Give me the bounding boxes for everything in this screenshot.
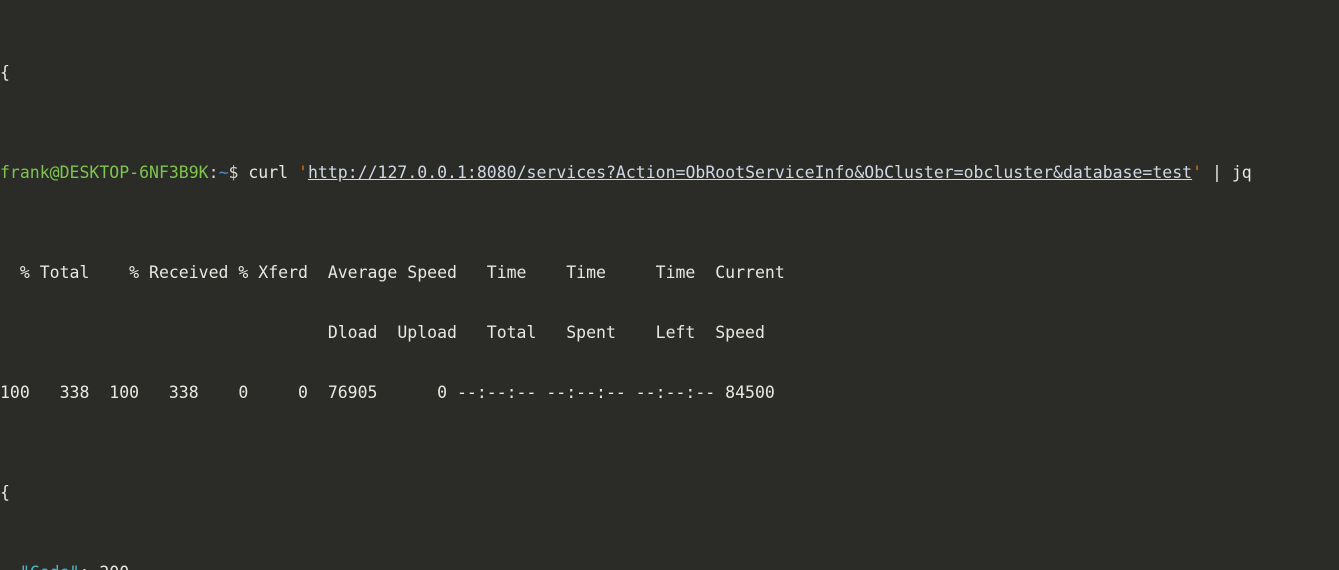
curl-header-line-1: % Total % Received % Xferd Average Speed…: [0, 263, 785, 282]
prompt-sigil: $: [228, 163, 239, 182]
json-comma: ,: [129, 563, 139, 570]
curl-progress-stats-row: 100 338 100 338 0 0 76905 0 --:--:-- --:…: [0, 383, 1339, 403]
json-value-code: 200: [99, 563, 129, 570]
scrollback-top-partial-line: {: [0, 63, 1339, 83]
prompt-command-line[interactable]: frank@DESKTOP-6NF3B9K:~$ curl 'http://12…: [0, 163, 1339, 183]
prompt-path: ~: [218, 163, 229, 182]
command-url[interactable]: http://127.0.0.1:8080/services?Action=Ob…: [308, 163, 1192, 182]
json-brace-open: {: [0, 483, 10, 502]
command-program: curl: [238, 163, 299, 182]
indent-1: [0, 563, 20, 570]
terminal-window[interactable]: { frank@DESKTOP-6NF3B9K:~$ curl 'http://…: [0, 0, 1339, 570]
prompt-colon: :: [208, 163, 219, 182]
scrollback-top-text: {: [0, 63, 10, 82]
curl-stats-line: 100 338 100 338 0 0 76905 0 --:--:-- --:…: [0, 383, 775, 402]
json-key-code: "Code": [20, 563, 80, 570]
terminal-screen: { frank@DESKTOP-6NF3B9K:~$ curl 'http://…: [0, 0, 1339, 570]
prompt-user-host: frank@DESKTOP-6NF3B9K: [0, 163, 209, 182]
curl-progress-header-row-2: Dload Upload Total Spent Left Speed: [0, 323, 1339, 343]
json-line-code: "Code": 200,: [0, 563, 1339, 570]
command-open-quote: ': [298, 163, 308, 182]
json-line-root-open: {: [0, 483, 1339, 503]
command-close-quote: ': [1192, 163, 1203, 182]
curl-progress-header-row-1: % Total % Received % Xferd Average Speed…: [0, 263, 1339, 283]
command-pipe-jq: | jq: [1202, 163, 1252, 182]
curl-header-line-2: Dload Upload Total Spent Left Speed: [0, 323, 765, 342]
json-colon: :: [79, 563, 99, 570]
